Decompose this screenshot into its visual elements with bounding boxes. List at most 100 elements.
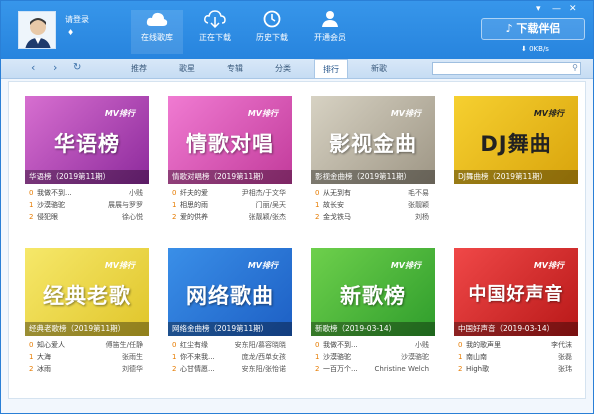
song-artist: 张靓颖 — [408, 201, 429, 209]
song-artist: 门丽/吴天 — [255, 201, 286, 209]
nav-vip[interactable]: 开通会员 — [304, 10, 356, 54]
song-row[interactable]: 0 纤夫的爱 尹相杰/于文华 — [168, 187, 292, 199]
search-icon[interactable]: ⚲ — [572, 63, 578, 72]
tab-categories[interactable]: 分类 — [266, 59, 300, 78]
song-row[interactable]: 0 我做不到... 小贱 — [311, 339, 435, 351]
avatar[interactable] — [18, 11, 56, 49]
song-row[interactable]: 2 心甘情愿... 安东阳/张怡诺 — [168, 363, 292, 375]
song-rank: 0 — [315, 341, 320, 349]
song-row[interactable]: 0 我的歌声里 李代沫 — [454, 339, 578, 351]
skin-icon[interactable]: ▾ — [536, 4, 541, 14]
nav-online-library[interactable]: 在线歌库 — [131, 10, 183, 54]
song-row[interactable]: 1 大海 张雨生 — [25, 351, 149, 363]
song-rank: 1 — [172, 353, 177, 361]
chart-banner[interactable]: MV排行 中国好声音 中国好声音（2019-03-14） — [454, 248, 578, 336]
song-title: 故长安 — [323, 201, 344, 209]
song-row[interactable]: 1 故长安 张靓颖 — [311, 199, 435, 211]
song-title: 南山南 — [466, 353, 487, 361]
chart-banner[interactable]: MV排行 DJ舞曲 DJ舞曲榜（2019第11期） — [454, 96, 578, 184]
speed-value: 0KB/s — [529, 45, 549, 53]
song-row[interactable]: 0 红尘有缘 安东阳/慕容晓晓 — [168, 339, 292, 351]
chart-card-classic[interactable]: MV排行 经典老歌 经典老歌榜（2019第11期） 0 知心爱人 傅笛生/任静 1大… — [25, 248, 149, 388]
tab-new-songs[interactable]: 新歌 — [362, 59, 396, 78]
refresh-button[interactable]: ↻ — [73, 62, 81, 74]
song-row[interactable]: 0 从无到有 毛不易 — [311, 187, 435, 199]
song-artist: 傅笛生/任静 — [105, 341, 143, 349]
song-row[interactable]: 1 沙漠骆驼 展展与罗罗 — [25, 199, 149, 211]
chart-banner[interactable]: MV排行 经典老歌 经典老歌榜（2019第11期） — [25, 248, 149, 336]
song-artist: 沙漠骆驼 — [401, 353, 429, 361]
mv-badge: MV排行 — [104, 109, 135, 118]
chart-caption: 影视金曲榜（2019第11期） — [311, 170, 435, 184]
song-row[interactable]: 2 冰雨 刘德华 — [25, 363, 149, 375]
forward-button[interactable]: › — [53, 62, 57, 74]
title-bar: 请登录 ♦ 在线歌库 正在下载 历史下载 开通会员 ▾ — ✕ ♪ 下载伴侣 ⬇… — [1, 1, 593, 59]
song-title: 我做不到... — [37, 189, 72, 197]
chart-card-internet[interactable]: MV排行 网络歌曲 网络金曲榜（2019第11期） 0 红尘有缘 安东阳/慕容晓晓 … — [168, 248, 292, 388]
minimize-icon[interactable]: — — [552, 4, 561, 14]
song-row[interactable]: 0 我做不到... 小贱 — [25, 187, 149, 199]
tab-singers[interactable]: 歌星 — [170, 59, 204, 78]
song-artist: 张雨生 — [122, 353, 143, 361]
tab-albums[interactable]: 专辑 — [218, 59, 252, 78]
banner-title: 新歌榜 — [340, 284, 406, 308]
brand-text: 下载伴侣 — [516, 22, 561, 35]
search-input[interactable] — [436, 63, 566, 74]
song-artist: 小贱 — [129, 189, 143, 197]
song-row[interactable]: 1 相思的雨 门丽/吴天 — [168, 199, 292, 211]
song-rank: 2 — [315, 365, 320, 373]
song-title: 沙漠骆驼 — [37, 201, 65, 209]
chart-caption: 中国好声音（2019-03-14） — [454, 322, 578, 336]
song-rank: 2 — [29, 365, 34, 373]
song-row[interactable]: 2 一百万个... Christine Welch — [311, 363, 435, 375]
song-list: 0 纤夫的爱 尹相杰/于文华 1 相思的雨 门丽/吴天 2 爱的供养 张靓颖/张杰 — [168, 184, 292, 223]
song-title: 一百万个... — [323, 365, 358, 373]
tab-charts[interactable]: 排行 — [314, 59, 348, 78]
chart-banner[interactable]: MV排行 新歌榜 新歌榜（2019-03-14） — [311, 248, 435, 336]
song-rank: 1 — [315, 201, 320, 209]
chart-card-mandarin[interactable]: MV排行 华语榜 华语榜（2019第11期） 0 我做不到... 小贱 1 沙漠骆驼 展… — [25, 96, 149, 236]
song-row[interactable]: 2 金戈铁马 刘杨 — [311, 211, 435, 223]
chart-grid: MV排行 华语榜 华语榜（2019第11期） 0 我做不到... 小贱 1 沙漠骆驼展… — [8, 81, 586, 399]
song-artist: 徐心悦 — [122, 213, 143, 221]
chart-card-dj[interactable]: MV排行 DJ舞曲 DJ舞曲榜（2019第11期） — [454, 96, 578, 236]
song-artist: 毛不易 — [408, 189, 429, 197]
back-button[interactable]: ‹ — [31, 62, 35, 74]
song-artist: 展展与罗罗 — [108, 201, 143, 209]
chart-card-voice[interactable]: MV排行 中国好声音 中国好声音（2019-03-14） 0 我的歌声里 李代沫 1… — [454, 248, 578, 388]
song-row[interactable]: 2 High歌 张玮 — [454, 363, 578, 375]
song-row[interactable]: 1 南山南 张磊 — [454, 351, 578, 363]
download-speed: ⬇ 0KB/s — [521, 45, 549, 53]
song-rank: 2 — [29, 213, 34, 221]
nav-history[interactable]: 历史下载 — [246, 10, 298, 54]
song-rank: 2 — [172, 365, 177, 373]
song-title: 从无到有 — [323, 189, 351, 197]
song-rank: 0 — [29, 341, 34, 349]
login-link[interactable]: 请登录 — [65, 14, 89, 25]
song-row[interactable]: 0 知心爱人 傅笛生/任静 — [25, 339, 149, 351]
tab-recommend[interactable]: 推荐 — [122, 59, 156, 78]
song-row[interactable]: 2 爱的供养 张靓颖/张杰 — [168, 211, 292, 223]
song-row[interactable]: 2 侵犯眼 徐心悦 — [25, 211, 149, 223]
song-artist: 安东阳/慕容晓晓 — [234, 341, 286, 349]
chart-banner[interactable]: MV排行 情歌对唱 情歌对唱榜（2019第11期） — [168, 96, 292, 184]
chart-caption: 新歌榜（2019-03-14） — [311, 322, 435, 336]
chart-banner[interactable]: MV排行 华语榜 华语榜（2019第11期） — [25, 96, 149, 184]
song-artist: 小贱 — [415, 341, 429, 349]
chart-banner[interactable]: MV排行 网络歌曲 网络金曲榜（2019第11期） — [168, 248, 292, 336]
banner-title: 经典老歌 — [43, 284, 131, 308]
user-icon — [322, 11, 338, 27]
song-title: High歌 — [466, 365, 490, 373]
song-row[interactable]: 1 沙漠骆驼 沙漠骆驼 — [311, 351, 435, 363]
chart-card-film[interactable]: MV排行 影视金曲 影视金曲榜（2019第11期） 0 从无到有 毛不易 1 故长安 张… — [311, 96, 435, 236]
brand-mark-icon: ♪ — [505, 22, 517, 35]
banner-title: 影视金曲 — [329, 132, 417, 156]
nav-downloading[interactable]: 正在下载 — [189, 10, 241, 54]
close-icon[interactable]: ✕ — [569, 4, 577, 14]
mv-badge: MV排行 — [390, 109, 421, 118]
chart-card-new[interactable]: MV排行 新歌榜 新歌榜（2019-03-14） 0 我做不到... 小贱 1 沙漠骆… — [311, 248, 435, 388]
chart-banner[interactable]: MV排行 影视金曲 影视金曲榜（2019第11期） — [311, 96, 435, 184]
chart-card-duet[interactable]: MV排行 情歌对唱 情歌对唱榜（2019第11期） 0 纤夫的爱 尹相杰/于文华 1… — [168, 96, 292, 236]
toolbar: ‹ › ↻ 推荐 歌星 专辑 分类 排行 新歌 ⚲ — [1, 59, 593, 79]
song-row[interactable]: 1 你不来我... 庞龙/西单女孩 — [168, 351, 292, 363]
